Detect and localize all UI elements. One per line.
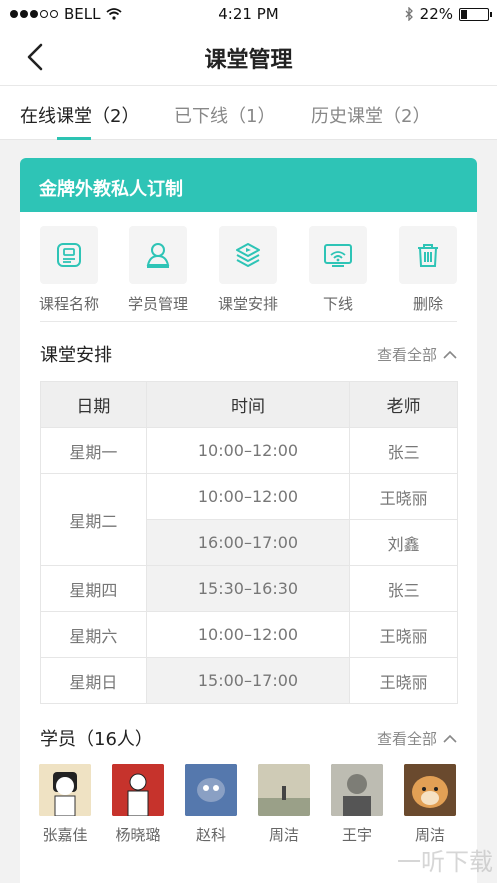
- avatar: [39, 764, 91, 816]
- teacher-cell: 张三: [349, 565, 458, 612]
- table-row: 星期二 10:00–12:00 王晓丽: [40, 473, 458, 566]
- tab-bar: 在线课堂（2） 已下线（1） 历史课堂（2）: [0, 86, 497, 140]
- time-cell: 10:00–12:00: [145, 611, 351, 658]
- offline-button[interactable]: 下线: [293, 226, 383, 314]
- action-label: 下线: [322, 295, 353, 313]
- student-item[interactable]: 张嘉佳: [35, 764, 95, 845]
- student-management-icon: [146, 243, 170, 268]
- action-label: 课程名称: [38, 295, 99, 313]
- student-name: 赵科: [195, 826, 226, 844]
- watermark: 一听下载: [397, 848, 493, 876]
- time-cell: 10:00–12:00: [145, 473, 351, 520]
- schedule-table: 日期 时间 老师 星期一 10:00–12:00 张三 星期二 10:00–12…: [40, 381, 458, 704]
- avatar: [258, 764, 310, 816]
- column-header: 老师: [349, 381, 458, 428]
- card-header: 金牌外教私人订制: [20, 158, 477, 212]
- student-item[interactable]: 周洁: [254, 764, 314, 845]
- see-all-label: 查看全部: [376, 346, 437, 364]
- student-item[interactable]: 赵科: [181, 764, 241, 845]
- student-name: 杨晓璐: [115, 826, 161, 844]
- see-all-label: 查看全部: [376, 730, 437, 748]
- student-item[interactable]: 杨晓璐: [108, 764, 168, 845]
- student-name: 张嘉佳: [42, 826, 88, 844]
- day-cell: 星期日: [40, 657, 147, 704]
- trash-icon: [418, 244, 438, 267]
- class-schedule-icon: [236, 243, 260, 267]
- student-management-button[interactable]: 学员管理: [113, 226, 203, 314]
- student-item[interactable]: 周洁: [400, 764, 460, 845]
- avatar: [404, 764, 456, 816]
- teacher-cell: 王晓丽: [349, 611, 458, 658]
- delete-button[interactable]: 删除: [383, 226, 473, 314]
- schedule-see-all-link[interactable]: 查看全部: [377, 344, 457, 365]
- bluetooth-icon: [405, 7, 413, 21]
- avatar: [185, 764, 237, 816]
- time-cell: 16:00–17:00: [145, 519, 351, 566]
- student-item[interactable]: 王宇: [327, 764, 387, 845]
- student-name: 周洁: [268, 826, 299, 844]
- student-name: 王宇: [341, 826, 372, 844]
- chevron-up-icon: [443, 734, 457, 743]
- battery-percent: 22%: [419, 5, 453, 23]
- students-see-all-link[interactable]: 查看全部: [377, 728, 457, 749]
- page-title: 课堂管理: [204, 48, 293, 73]
- table-row: 星期一 10:00–12:00 张三: [40, 427, 458, 474]
- column-header: 日期: [40, 381, 147, 428]
- teacher-cell: 王晓丽: [349, 473, 458, 520]
- table-row: 星期日 15:00–17:00 王晓丽: [40, 657, 458, 704]
- table-header-row: 日期 时间 老师: [40, 381, 458, 428]
- avatar: [112, 764, 164, 816]
- day-cell: 星期一: [40, 427, 147, 474]
- course-name-icon: [57, 243, 81, 267]
- class-schedule-button[interactable]: 课堂安排: [203, 226, 293, 314]
- battery-icon: [459, 7, 492, 21]
- course-name-button[interactable]: 课程名称: [24, 226, 114, 314]
- class-card: 金牌外教私人订制 课程名称 学员管理 课堂安排 下线 删除 课堂安排 查看全部 …: [20, 158, 477, 883]
- action-label: 课堂安排: [217, 295, 278, 313]
- time-cell: 15:30–16:30: [145, 565, 351, 612]
- avatar: [331, 764, 383, 816]
- action-label: 学员管理: [127, 295, 188, 313]
- teacher-cell: 王晓丽: [349, 657, 458, 704]
- time-cell: 10:00–12:00: [145, 427, 351, 474]
- action-label: 删除: [412, 295, 443, 313]
- offline-icon: [324, 244, 352, 267]
- day-cell: 星期六: [40, 611, 147, 658]
- active-tab-indicator: [57, 137, 91, 140]
- tab-history[interactable]: 历史课堂（2）: [311, 102, 430, 128]
- day-cell: 星期二: [40, 473, 147, 566]
- time-cell: 15:00–17:00: [145, 657, 351, 704]
- chevron-up-icon: [443, 350, 457, 359]
- tab-online[interactable]: 在线课堂（2）: [20, 102, 139, 128]
- teacher-cell: 张三: [349, 427, 458, 474]
- divider: [40, 321, 457, 322]
- nav-bar: 课堂管理: [0, 28, 497, 86]
- tab-offline[interactable]: 已下线（1）: [174, 102, 275, 128]
- status-bar: BELL 4:21 PM 22%: [0, 0, 497, 28]
- action-row: 课程名称 学员管理 课堂安排 下线 删除: [20, 226, 477, 322]
- table-row: 星期四 15:30–16:30 张三: [40, 565, 458, 612]
- students-title: 学员（16人）: [40, 729, 153, 750]
- table-row: 星期六 10:00–12:00 王晓丽: [40, 611, 458, 658]
- schedule-title: 课堂安排: [40, 345, 112, 366]
- teacher-cell: 刘鑫: [349, 519, 458, 566]
- column-header: 时间: [145, 381, 351, 428]
- day-cell: 星期四: [40, 565, 147, 612]
